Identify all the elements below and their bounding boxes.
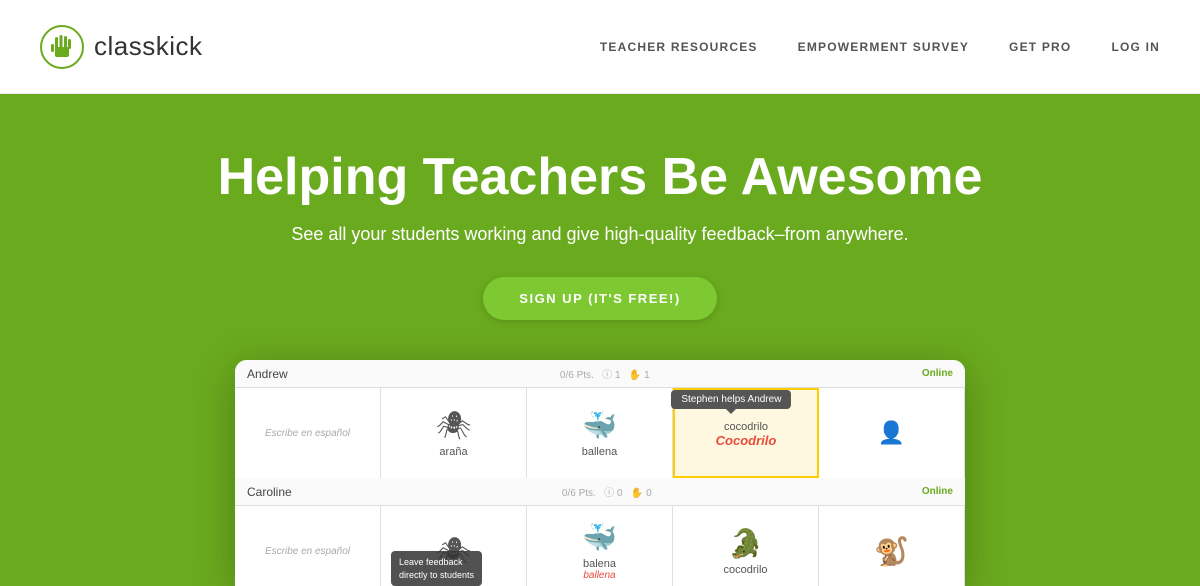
row-status-caroline: Online — [922, 486, 953, 497]
table-row: Caroline 0/6 Pts. ⓘ 0 ✋ 0 Online Escribe… — [235, 478, 965, 586]
cell-text-andrew: Escribe en español — [235, 388, 381, 478]
app-mockup: Andrew 0/6 Pts. ⓘ 1 ✋ 1 Online Stephen h… — [235, 360, 965, 586]
cell-monkey-caroline: 🐒 — [819, 506, 965, 586]
main-nav: TEACHER RESOURCES EMPOWERMENT SURVEY GET… — [600, 40, 1160, 54]
row-header-andrew: Andrew 0/6 Pts. ⓘ 1 ✋ 1 Online — [235, 360, 965, 388]
cell-croc-caroline: 🐊 cocodrilo — [673, 506, 819, 586]
nav-get-pro[interactable]: GET PRO — [1009, 40, 1071, 54]
student-name-andrew: Andrew — [247, 367, 288, 381]
row-status-andrew: Online — [922, 368, 953, 379]
logo-icon — [40, 25, 84, 69]
hero-title: Helping Teachers Be Awesome — [218, 149, 983, 206]
nav-empowerment-survey[interactable]: EMPOWERMENT SURVEY — [798, 40, 969, 54]
table-row: Andrew 0/6 Pts. ⓘ 1 ✋ 1 Online Stephen h… — [235, 360, 965, 478]
row-meta-caroline: 0/6 Pts. ⓘ 0 ✋ 0 — [562, 484, 652, 499]
cell-empty-andrew: 👤 — [819, 388, 965, 478]
cell-text-caroline: Escribe en español — [235, 506, 381, 586]
logo-text: classkick — [94, 31, 203, 62]
cell-spider-caroline: 🕷 Leave feedbackdirectly to students — [381, 506, 527, 586]
hero-section: Helping Teachers Be Awesome See all your… — [0, 94, 1200, 586]
mockup-content: Andrew 0/6 Pts. ⓘ 1 ✋ 1 Online Stephen h… — [235, 360, 965, 586]
cell-spider-andrew: 🕷 araña — [381, 388, 527, 478]
cell-whale-caroline: 🐳 balena ballena — [527, 506, 673, 586]
cell-whale-andrew: 🐳 ballena — [527, 388, 673, 478]
nav-log-in[interactable]: LOG IN — [1111, 40, 1160, 54]
row-meta-andrew: 0/6 Pts. ⓘ 1 ✋ 1 — [560, 366, 650, 381]
header: classkick TEACHER RESOURCES EMPOWERMENT … — [0, 0, 1200, 94]
nav-teacher-resources[interactable]: TEACHER RESOURCES — [600, 40, 758, 54]
logo-area[interactable]: classkick — [40, 25, 203, 69]
feedback-bubble: Leave feedbackdirectly to students — [391, 551, 482, 586]
row-header-caroline: Caroline 0/6 Pts. ⓘ 0 ✋ 0 Online — [235, 478, 965, 506]
hero-subtitle: See all your students working and give h… — [291, 224, 908, 245]
signup-button[interactable]: SIGN UP (IT'S FREE!) — [483, 277, 716, 320]
tooltip-stephen-andrew: Stephen helps Andrew — [671, 390, 791, 409]
row-cells-caroline: Escribe en español 🕷 Leave feedbackdirec… — [235, 506, 965, 586]
student-name-caroline: Caroline — [247, 485, 292, 499]
row-cells-andrew: Stephen helps Andrew Escribe en español … — [235, 388, 965, 478]
